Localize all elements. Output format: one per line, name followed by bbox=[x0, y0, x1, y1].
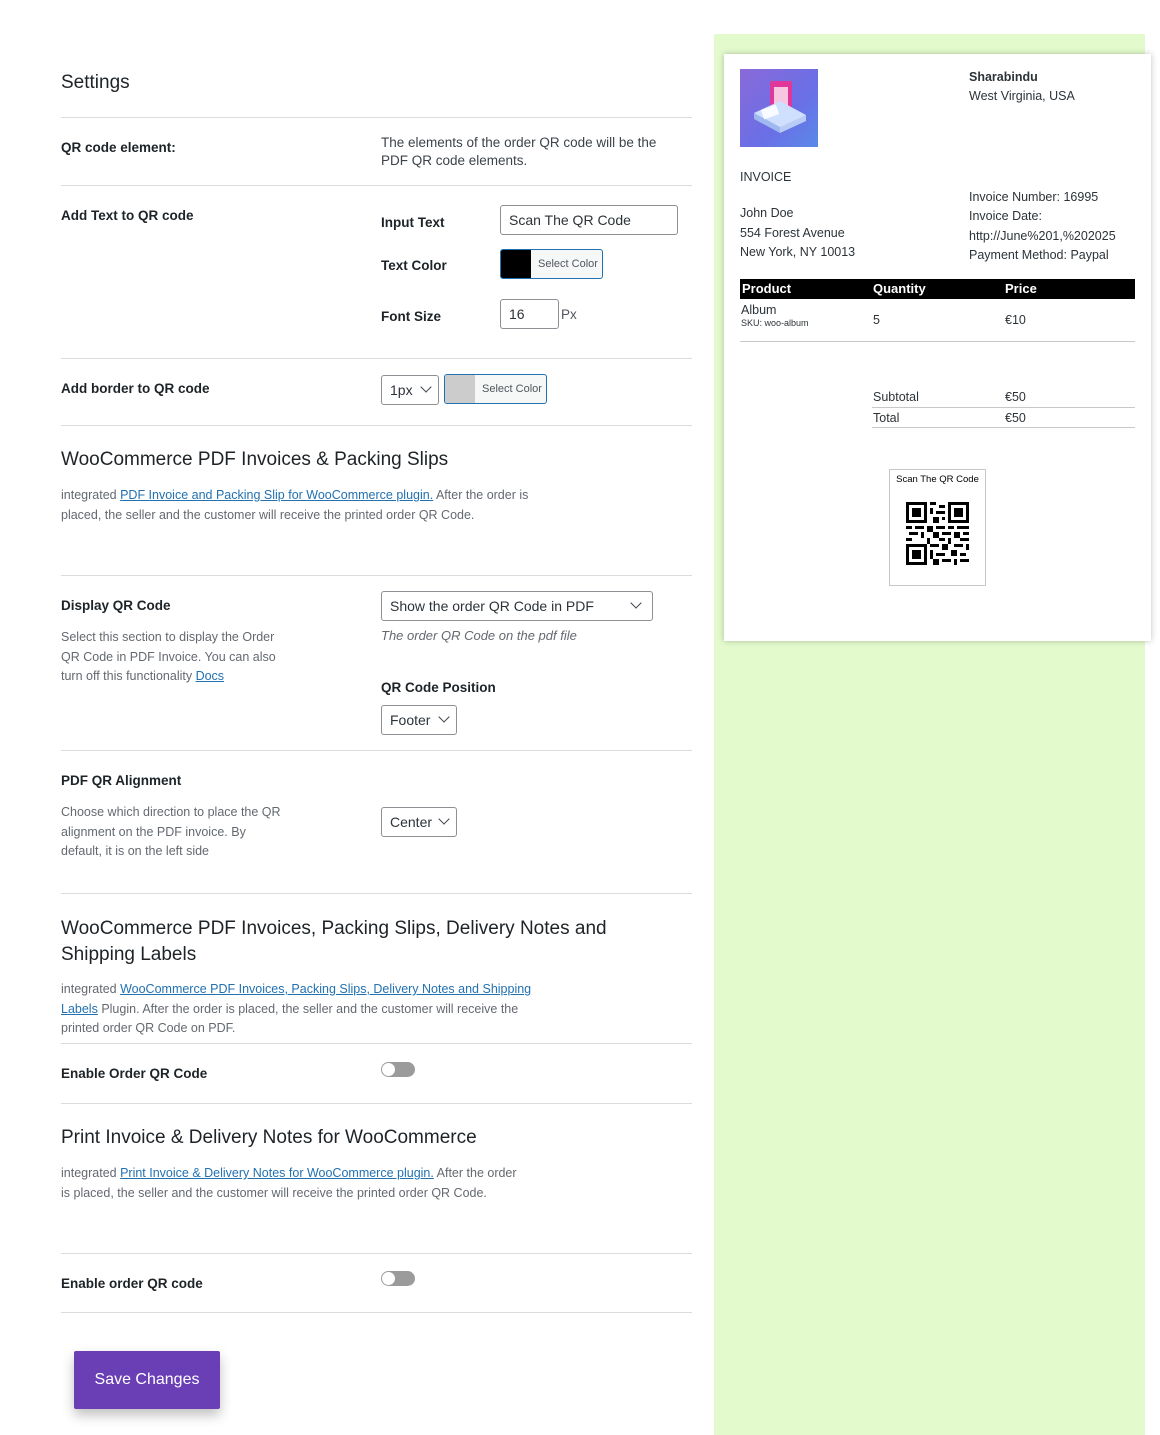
divider bbox=[872, 407, 1135, 408]
subtotal-label: Subtotal bbox=[873, 390, 919, 404]
text-color-swatch bbox=[501, 250, 531, 278]
qr-position-select[interactable]: Footer bbox=[381, 705, 457, 735]
divider bbox=[61, 750, 692, 751]
divider bbox=[872, 427, 1135, 428]
header-price: Price bbox=[1005, 281, 1037, 296]
payment-method: Payment Method: Paypal bbox=[969, 248, 1109, 262]
shop-name: Sharabindu bbox=[969, 70, 1038, 84]
text-color-picker[interactable]: Select Color bbox=[500, 249, 603, 279]
toggle-knob bbox=[382, 1272, 395, 1285]
divider bbox=[61, 358, 692, 359]
border-width-select[interactable]: 1px bbox=[381, 375, 439, 405]
print-invoice-heading: Print Invoice & Delivery Notes for WooCo… bbox=[61, 1127, 477, 1148]
shop-logo bbox=[740, 69, 818, 147]
subtotal-value: €50 bbox=[1005, 390, 1026, 404]
display-qr-hint: The order QR Code on the pdf file bbox=[381, 628, 577, 643]
qr-element-description: The elements of the order QR code will b… bbox=[381, 135, 657, 168]
docs-link[interactable]: Docs bbox=[196, 669, 224, 683]
enable-order-qr-toggle[interactable] bbox=[381, 1062, 415, 1077]
delivery-notes-plugin-link[interactable]: WooCommerce PDF Invoices, Packing Slips,… bbox=[120, 982, 531, 996]
divider bbox=[61, 117, 692, 118]
customer-street: 554 Forest Avenue bbox=[740, 226, 845, 240]
divider bbox=[61, 1103, 692, 1104]
invoice-date-value: http://June%201,%202025 bbox=[969, 229, 1116, 243]
invoice-title: INVOICE bbox=[740, 170, 792, 184]
woo-pdf-delivery-heading: WooCommerce PDF Invoices, Packing Slips,… bbox=[61, 918, 607, 965]
chevron-down-icon bbox=[420, 381, 432, 393]
enable-print-qr-toggle[interactable] bbox=[381, 1271, 415, 1286]
select-color-label: Select Color bbox=[482, 383, 542, 395]
delivery-notes-plugin-link-cont[interactable]: Labels bbox=[61, 1002, 98, 1016]
invoice-date-label: Invoice Date: bbox=[969, 209, 1042, 223]
qr-text-input[interactable]: Scan The QR Code bbox=[500, 205, 678, 235]
divider bbox=[740, 341, 1135, 342]
shop-location: West Virginia, USA bbox=[969, 89, 1075, 103]
border-color-swatch bbox=[445, 375, 475, 403]
divider bbox=[61, 1253, 692, 1254]
qr-position-label: QR Code Position bbox=[381, 680, 496, 695]
enable-order-qr-label: Enable Order QR Code bbox=[61, 1066, 208, 1081]
qr-code-box: Scan The QR Code bbox=[889, 469, 986, 586]
font-size-unit: Px bbox=[561, 307, 577, 322]
add-border-label: Add border to QR code bbox=[61, 381, 210, 396]
pdf-invoice-plugin-link[interactable]: PDF Invoice and Packing Slip for WooComm… bbox=[120, 488, 433, 502]
woo-pdf-delivery-description: integrated WooCommerce PDF Invoices, Pac… bbox=[61, 982, 532, 1035]
add-text-label: Add Text to QR code bbox=[61, 208, 194, 223]
item-sku: SKU: woo-album bbox=[741, 318, 809, 328]
print-invoice-plugin-link[interactable]: Print Invoice & Delivery Notes for WooCo… bbox=[120, 1166, 434, 1180]
qr-caption: Scan The QR Code bbox=[896, 474, 979, 485]
border-width-value: 1px bbox=[390, 382, 413, 398]
qr-alignment-value: Center bbox=[390, 814, 433, 830]
divider bbox=[61, 425, 692, 426]
invoice-number: Invoice Number: 16995 bbox=[969, 190, 1099, 204]
header-product: Product bbox=[742, 281, 792, 296]
display-qr-description: Select this section to display the Order… bbox=[61, 630, 276, 683]
display-qr-value: Show the order QR Code in PDF bbox=[390, 598, 594, 614]
border-color-picker[interactable]: Select Color bbox=[444, 374, 547, 404]
divider bbox=[61, 1043, 692, 1044]
chevron-down-icon bbox=[438, 813, 450, 825]
display-qr-label: Display QR Code bbox=[61, 598, 171, 613]
toggle-knob bbox=[382, 1063, 395, 1076]
qr-position-value: Footer bbox=[390, 712, 431, 728]
divider bbox=[61, 893, 692, 894]
divider bbox=[61, 1312, 692, 1313]
invoice-preview: Sharabindu West Virginia, USA INVOICE In… bbox=[724, 54, 1151, 641]
save-changes-button[interactable]: Save Changes bbox=[74, 1351, 220, 1409]
header-quantity: Quantity bbox=[873, 281, 926, 296]
pdf-qr-alignment-label: PDF QR Alignment bbox=[61, 773, 182, 788]
display-qr-select[interactable]: Show the order QR Code in PDF bbox=[381, 591, 653, 621]
pdf-qr-alignment-description: Choose which direction to place the QR a… bbox=[61, 805, 281, 858]
chevron-down-icon bbox=[438, 711, 450, 723]
font-size-input[interactable]: 16 bbox=[500, 299, 559, 329]
qr-alignment-select[interactable]: Center bbox=[381, 807, 457, 837]
divider bbox=[61, 185, 692, 186]
total-label: Total bbox=[873, 411, 900, 425]
customer-name: John Doe bbox=[740, 206, 794, 220]
item-price: €10 bbox=[1005, 313, 1026, 327]
item-quantity: 5 bbox=[873, 313, 880, 327]
woo-pdf-description: integrated PDF Invoice and Packing Slip … bbox=[61, 488, 529, 522]
print-invoice-description: integrated Print Invoice & Delivery Note… bbox=[61, 1166, 517, 1200]
select-color-label: Select Color bbox=[538, 258, 598, 270]
customer-city: New York, NY 10013 bbox=[740, 245, 856, 259]
woo-pdf-heading: WooCommerce PDF Invoices & Packing Slips bbox=[61, 449, 449, 470]
qr-code-icon bbox=[906, 502, 969, 565]
enable-print-qr-label: Enable order QR code bbox=[61, 1276, 203, 1291]
qr-element-label: QR code element: bbox=[61, 140, 176, 155]
items-table-header: Product Quantity Price bbox=[740, 279, 1135, 299]
font-size-label: Font Size bbox=[381, 309, 441, 324]
chevron-down-icon bbox=[630, 597, 642, 609]
input-text-label: Input Text bbox=[381, 215, 445, 230]
settings-title: Settings bbox=[61, 72, 130, 93]
total-value: €50 bbox=[1005, 411, 1026, 425]
text-color-label: Text Color bbox=[381, 258, 447, 273]
divider bbox=[61, 575, 692, 576]
